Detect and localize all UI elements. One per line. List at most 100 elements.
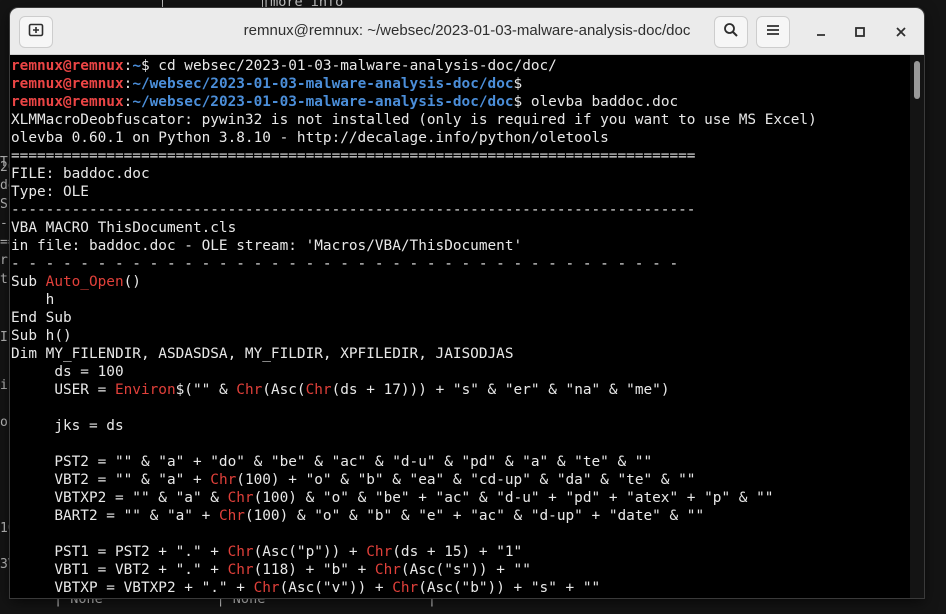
terminal-segment: VBA MACRO ThisDocument.cls <box>11 220 237 236</box>
terminal-line: XLMMacroDeobfuscator: pywin32 is not ins… <box>11 111 910 129</box>
terminal-line: Dim MY_FILENDIR, ASDASDSA, MY_FILDIR, XP… <box>11 345 910 363</box>
maximize-button[interactable] <box>849 21 871 43</box>
terminal-segment: ----------------------------------------… <box>11 202 696 218</box>
minimize-icon <box>815 23 827 42</box>
terminal-segment: $("" & <box>175 382 237 398</box>
terminal-line: VBA MACRO ThisDocument.cls <box>11 219 910 237</box>
terminal-segment: Chr <box>227 544 254 560</box>
terminal-segment: olevba 0.60.1 on Python 3.8.10 - http://… <box>11 130 609 146</box>
terminal-segment: (Asc( <box>262 382 306 398</box>
terminal-segment: FILE: baddoc.doc <box>11 166 150 182</box>
terminal-segment: - - - - - - - - - - - - - - - - - - - - … <box>11 256 679 272</box>
terminal-segment: ========================================… <box>11 148 696 164</box>
terminal-line: PST1 = PST2 + "." + Chr(Asc("p")) + Chr(… <box>11 543 910 561</box>
terminal-segment: : <box>123 58 133 74</box>
terminal-line: h <box>11 291 910 309</box>
terminal-segment: ~/websec/2023-01-03-malware-analysis-doc… <box>132 76 514 92</box>
terminal-segment: Chr <box>366 544 393 560</box>
terminal-segment: jks = ds <box>11 418 124 434</box>
terminal-line: ----------------------------------------… <box>11 201 910 219</box>
terminal-line: PST2 = "" & "a" + "do" & "be" & "ac" & "… <box>11 453 910 471</box>
terminal-segment: Type: OLE <box>11 184 89 200</box>
terminal-line: olevba 0.60.1 on Python 3.8.10 - http://… <box>11 129 910 147</box>
terminal-segment: Sub h() <box>11 328 72 344</box>
terminal-line: - - - - - - - - - - - - - - - - - - - - … <box>11 255 910 273</box>
terminal-segment: (ds + 17))) + "s" & "er" & "na" & "me") <box>331 382 670 398</box>
terminal-segment: (100) + "o" & "b" & "ea" & "cd-up" & "da… <box>236 472 696 488</box>
terminal-line: VBTXP = VBTXP2 + "." + Chr(Asc("v")) + C… <box>11 579 910 597</box>
terminal-segment: VBTXP = VBTXP2 + "." + <box>11 580 254 596</box>
terminal-segment: remnux@remnux <box>11 76 124 92</box>
menu-button[interactable] <box>756 16 790 48</box>
close-button[interactable] <box>890 21 912 43</box>
terminal-line: VBT2 = "" & "a" + Chr(100) + "o" & "b" &… <box>11 471 910 489</box>
terminal-segment: Sub <box>11 274 46 290</box>
terminal-line: ds = 100 <box>11 363 910 381</box>
terminal-line: VBTXP2 = "" & "a" & Chr(100) & "o" & "be… <box>11 489 910 507</box>
terminal-segment: : <box>123 94 133 110</box>
title-bar[interactable]: remnux@remnux: ~/websec/2023-01-03-malwa… <box>10 8 924 55</box>
terminal-segment: Environ <box>114 382 176 398</box>
terminal-segment: VBTXP2 = "" & "a" & <box>11 490 228 506</box>
terminal-segment: (100) & "o" & "be" + "ac" & "d-u" + "pd"… <box>253 490 774 506</box>
terminal-segment: remnux@remnux <box>11 58 124 74</box>
terminal-line: BART2 = "" & "a" + Chr(100) & "o" & "b" … <box>11 507 910 525</box>
terminal-segment: USER = <box>11 382 115 398</box>
terminal-segment: h <box>11 292 55 308</box>
terminal-line: ========================================… <box>11 147 910 165</box>
terminal-line: in file: baddoc.doc - OLE stream: 'Macro… <box>11 237 910 255</box>
terminal-segment: Chr <box>210 472 237 488</box>
close-icon <box>895 23 907 42</box>
hamburger-menu-icon <box>765 22 781 42</box>
terminal-segment: ~/websec/2023-01-03-malware-analysis-doc… <box>132 94 514 110</box>
terminal-output[interactable]: remnux@remnux:~$ cd websec/2023-01-03-ma… <box>10 55 910 598</box>
search-icon <box>723 22 739 42</box>
minimize-button[interactable] <box>810 21 832 43</box>
terminal-segment: PST2 = "" & "a" + "do" & "be" & "ac" & "… <box>11 454 653 470</box>
maximize-icon <box>854 23 866 42</box>
background-table-border <box>162 0 163 8</box>
terminal-segment: (100) & "o" & "b" & "e" + "ac" & "d-up" … <box>244 508 705 524</box>
scrollbar-thumb[interactable] <box>914 61 920 99</box>
terminal-segment: VBT2 = "" & "a" + <box>11 472 211 488</box>
terminal-segment: PST1 = PST2 + "." + <box>11 544 228 560</box>
terminal-segment: VBT1 = VBT2 + "." + <box>11 562 228 578</box>
terminal-segment: XLMMacroDeobfuscator: pywin32 is not ins… <box>11 112 817 128</box>
terminal-segment: (Asc("b")) + "s" + "" <box>418 580 601 596</box>
new-tab-button[interactable] <box>19 16 53 48</box>
terminal-segment: ds = 100 <box>11 364 124 380</box>
scrollbar[interactable] <box>910 55 924 598</box>
terminal-segment: $ olevba baddoc.doc <box>513 94 679 110</box>
terminal-segment: End Sub <box>11 310 72 326</box>
terminal-segment: $ cd websec/2023-01-03-malware-analysis-… <box>140 58 557 74</box>
terminal-segment: BART2 = "" & "a" + <box>11 508 219 524</box>
new-tab-icon <box>28 22 44 42</box>
terminal-segment: Chr <box>253 580 280 596</box>
terminal-line: Sub Auto_Open() <box>11 273 910 291</box>
terminal-segment: (ds + 15) + "1" <box>392 544 523 560</box>
search-button[interactable] <box>714 16 748 48</box>
terminal-segment: Chr <box>305 382 332 398</box>
terminal-line: remnux@remnux:~/websec/2023-01-03-malwar… <box>11 75 910 93</box>
terminal-line: remnux@remnux:~$ cd websec/2023-01-03-ma… <box>11 57 910 75</box>
terminal-line: Sub h() <box>11 327 910 345</box>
terminal-line: remnux@remnux:~/websec/2023-01-03-malwar… <box>11 93 910 111</box>
terminal-text: remnux@remnux:~$ cd websec/2023-01-03-ma… <box>10 55 910 597</box>
terminal-segment: Chr <box>374 562 401 578</box>
terminal-segment: in file: baddoc.doc - OLE stream: 'Macro… <box>11 238 523 254</box>
terminal-segment: remnux@remnux <box>11 94 124 110</box>
terminal-segment: Chr <box>227 490 254 506</box>
terminal-line: jks = ds <box>11 417 910 435</box>
terminal-segment: Chr <box>227 562 254 578</box>
terminal-segment: Chr <box>392 580 419 596</box>
terminal-segment: Chr <box>236 382 263 398</box>
terminal-segment: Chr <box>218 508 245 524</box>
terminal-line: Type: OLE <box>11 183 910 201</box>
terminal-segment: (118) + "b" + <box>253 562 375 578</box>
terminal-segment: () <box>123 274 141 290</box>
terminal-segment: $ <box>513 76 523 92</box>
terminal-line: End Sub <box>11 309 910 327</box>
